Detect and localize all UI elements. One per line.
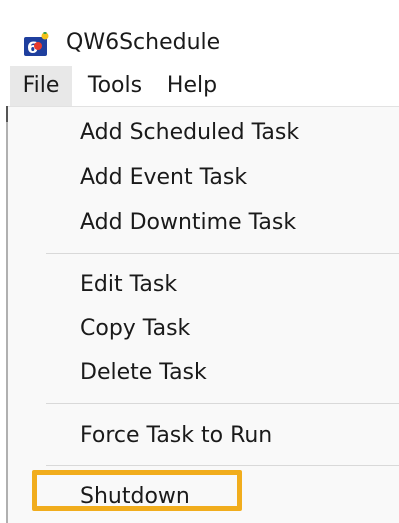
- app-title: QW6Schedule: [66, 30, 221, 55]
- dropdown-edge-mark: [6, 106, 8, 122]
- menu-bar: File Tools Help: [0, 66, 399, 106]
- menu-item-copy-task[interactable]: Copy Task: [80, 314, 190, 344]
- menu-item-force-task-to-run[interactable]: Force Task to Run: [80, 421, 272, 451]
- menu-item-add-event-task[interactable]: Add Event Task: [80, 163, 247, 193]
- app-logo-icon: 6: [24, 32, 49, 56]
- title-bar: 6 QW6Schedule: [0, 0, 399, 66]
- menu-file[interactable]: File: [10, 66, 72, 106]
- menu-separator: [46, 253, 399, 254]
- menu-item-edit-task[interactable]: Edit Task: [80, 270, 177, 300]
- menu-help[interactable]: Help: [160, 66, 224, 106]
- menu-item-add-downtime-task[interactable]: Add Downtime Task: [80, 208, 296, 238]
- menu-item-delete-task[interactable]: Delete Task: [80, 358, 207, 388]
- menu-separator: [46, 403, 399, 404]
- menu-separator: [46, 465, 399, 466]
- menu-item-add-scheduled-task[interactable]: Add Scheduled Task: [80, 118, 299, 148]
- shutdown-highlight-box: [32, 470, 242, 511]
- menu-tools[interactable]: Tools: [80, 66, 150, 106]
